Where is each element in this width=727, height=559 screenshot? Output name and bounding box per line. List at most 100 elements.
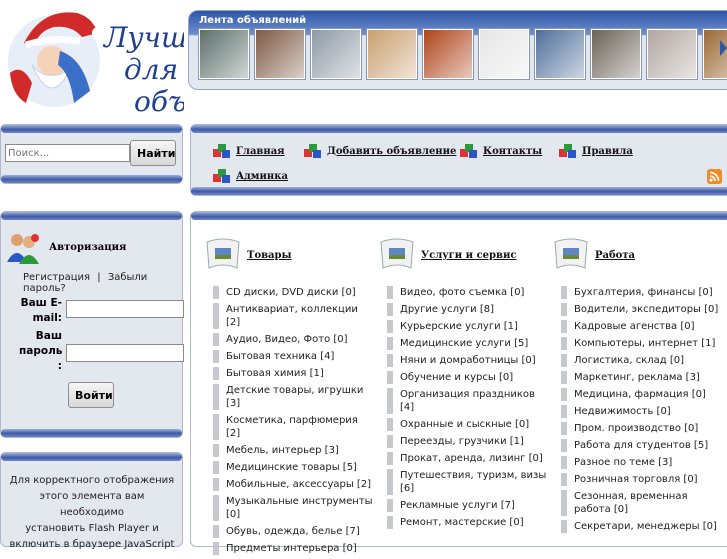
panel-bar	[1, 212, 182, 220]
feed-thumbnail[interactable]	[647, 29, 697, 79]
category-item[interactable]: Мебель, интерьер [3]	[213, 444, 375, 457]
label-line: Ваш E-	[20, 297, 62, 309]
category-item[interactable]: Аудио, Видео, Фото [0]	[213, 333, 375, 346]
category-item[interactable]: Предметы интерьера [0]	[213, 542, 375, 555]
category-header[interactable]: Работа	[551, 234, 723, 272]
slogan: Лучш для С объя	[104, 22, 184, 116]
category-item[interactable]: Рекламные услуги [7]	[387, 499, 549, 512]
category-title[interactable]: Работа	[595, 250, 635, 261]
category-item[interactable]: Охранные и сыскные [0]	[387, 418, 549, 431]
email-label: Ваш E- mail:	[19, 296, 62, 326]
category-item[interactable]: Видео, фото съемка [0]	[387, 286, 549, 299]
category-item[interactable]: Кадровые агенства [0]	[561, 320, 723, 333]
category-header[interactable]: Товары	[203, 234, 375, 272]
scroll-picture-icon	[206, 238, 240, 269]
feed-thumbnail[interactable]	[479, 29, 529, 79]
notice-line: включить в браузере JavaScript	[9, 539, 175, 550]
category-item[interactable]: Пром. производство [0]	[561, 422, 723, 435]
category-item[interactable]: Медицина, фармация [0]	[561, 388, 723, 401]
category-item[interactable]: Сезонная, временная работа [0]	[561, 490, 723, 516]
category-item[interactable]: Компьютеры, интернет [1]	[561, 337, 723, 350]
category-item[interactable]: Ремонт, мастерские [0]	[387, 516, 549, 529]
cubes-icon	[213, 169, 230, 184]
auth-panel: Авторизация Регистрация | Забыли пароль?…	[0, 211, 184, 438]
category-item[interactable]: Путешествия, туризм, визы [6]	[387, 469, 549, 495]
feed-thumbnail[interactable]	[423, 29, 473, 79]
feed-thumbs	[199, 29, 727, 79]
panel-bar	[1, 175, 182, 183]
search-button[interactable]: Найти	[130, 140, 176, 166]
category-item[interactable]: Медицинские товары [5]	[213, 461, 375, 474]
category-item[interactable]: Косметика, парфюмерия [2]	[213, 414, 375, 440]
category-item[interactable]: Логистика, склад [0]	[561, 354, 723, 367]
category-column: Товары CD диски, DVD диски [0] Антиквариат…	[203, 234, 375, 559]
category-item[interactable]: Маркетинг, реклама [3]	[561, 371, 723, 384]
nav-contacts[interactable]: Контакты	[460, 144, 542, 159]
feed-title: Лента объявлений	[199, 15, 307, 26]
category-item[interactable]: Переезды, грузчики [1]	[387, 435, 549, 448]
category-item[interactable]: Бытовая химия [1]	[213, 367, 375, 380]
nav-admin[interactable]: Админка	[213, 169, 288, 184]
category-item[interactable]: Разное по теме [3]	[561, 456, 723, 469]
category-item[interactable]: Антиквариат, коллекции [2]	[213, 303, 375, 329]
flash-notice: Для корректного отображения этого элемен…	[6, 473, 178, 553]
register-link[interactable]: Регистрация	[23, 272, 90, 283]
category-item[interactable]: Работа для студентов [5]	[561, 439, 723, 452]
panel-bar	[1, 453, 182, 461]
label-line: :	[57, 360, 62, 372]
category-item[interactable]: Обувь, одежда, белье [7]	[213, 525, 375, 538]
category-column: Услуги и сервис Видео, фото съемка [0] Дру…	[377, 234, 549, 533]
panel-bar	[1, 429, 182, 437]
feed-thumbnail[interactable]	[535, 29, 585, 79]
nav-label: Правила	[582, 146, 633, 157]
nav-rules[interactable]: Правила	[559, 144, 633, 159]
category-item[interactable]: CD диски, DVD диски [0]	[213, 286, 375, 299]
category-item[interactable]: Недвижимость [0]	[561, 405, 723, 418]
category-item[interactable]: Бухгалтерия, финансы [0]	[561, 286, 723, 299]
category-item[interactable]: Обучение и курсы [0]	[387, 371, 549, 384]
santa-logo-icon	[8, 12, 102, 107]
panel-bar	[191, 187, 727, 195]
feed-thumbnail[interactable]	[591, 29, 641, 79]
nav-home[interactable]: Главная	[213, 144, 285, 159]
feed-thumbnail[interactable]	[367, 29, 417, 79]
categories-panel: Товары CD диски, DVD диски [0] Антиквариат…	[190, 211, 727, 555]
feed-scroll-arrow-icon[interactable]	[720, 40, 727, 56]
search-input[interactable]	[5, 144, 130, 162]
ads-feed: Лента объявлений	[188, 10, 727, 90]
nav-label: Админка	[236, 171, 288, 182]
category-item[interactable]: Детские товары, игрушки [3]	[213, 384, 375, 410]
login-button[interactable]: Войти	[68, 382, 114, 408]
category-item[interactable]: Бытовая техника [4]	[213, 350, 375, 363]
category-item[interactable]: Водители, экспедиторы [0]	[561, 303, 723, 316]
category-item[interactable]: Музыкальные инструменты [0]	[213, 495, 375, 521]
feed-thumbnail[interactable]	[255, 29, 305, 79]
nav-add-ad[interactable]: Добавить объявление	[304, 144, 456, 159]
nav-label: Контакты	[483, 146, 543, 157]
category-item[interactable]: Няни и домработницы [0]	[387, 354, 549, 367]
category-item[interactable]: Медицинские услуги [5]	[387, 337, 549, 350]
category-item[interactable]: Курьерские услуги [1]	[387, 320, 549, 333]
category-list: CD диски, DVD диски [0] Антиквариат, колл…	[213, 286, 375, 555]
category-item[interactable]: Мобильные, аксессуары [2]	[213, 478, 375, 491]
link-separator: |	[97, 272, 101, 283]
category-item[interactable]: Секретари, менеджеры [0]	[561, 520, 723, 533]
category-item[interactable]: Розничная торговля [0]	[561, 473, 723, 486]
panel-bar	[1, 125, 182, 133]
category-item[interactable]: Прокат, аренда, лизинг [0]	[387, 452, 549, 465]
password-field[interactable]	[66, 344, 184, 362]
feed-thumbnail[interactable]	[311, 29, 361, 79]
category-item[interactable]: Другие услуги [8]	[387, 303, 549, 316]
email-field[interactable]	[66, 300, 184, 318]
site-logo[interactable]: Лучш для С объя	[0, 0, 184, 115]
feed-thumbnail[interactable]	[199, 29, 249, 79]
category-list: Видео, фото съемка [0] Другие услуги [8] К…	[387, 286, 549, 529]
users-icon	[7, 234, 39, 264]
auth-header: Авторизация	[5, 230, 126, 264]
category-header[interactable]: Услуги и сервис	[377, 234, 549, 272]
rss-icon[interactable]	[707, 169, 722, 184]
category-title[interactable]: Товары	[247, 250, 292, 261]
category-item[interactable]: Организация праздников [4]	[387, 388, 549, 414]
category-title[interactable]: Услуги и сервис	[421, 250, 516, 261]
slogan-line: объя	[134, 85, 184, 116]
